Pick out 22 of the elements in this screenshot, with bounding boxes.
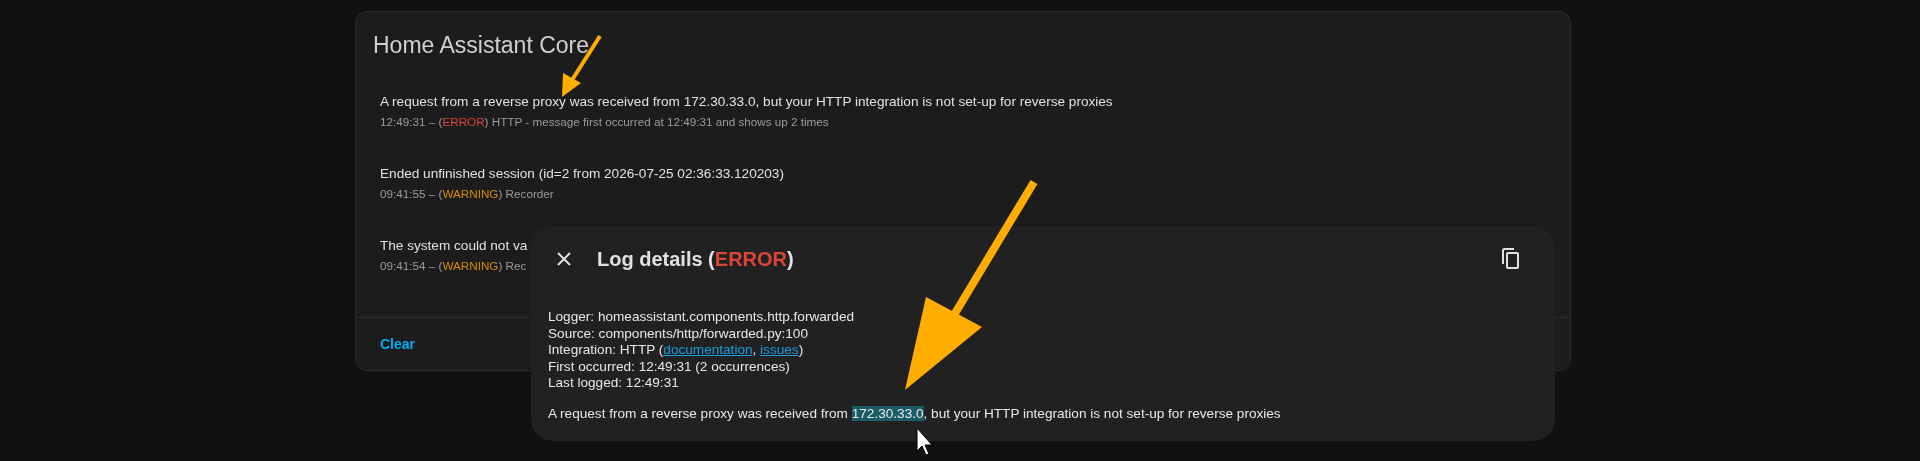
dialog-title: Log details (ERROR) xyxy=(597,247,794,271)
detail-label: Integration: HTTP ( xyxy=(548,342,664,358)
log-message: A request from a reverse proxy was received from 172.30.33.0, but your HTTP integration is not set-up for reverse proxies xyxy=(380,93,1113,111)
log-message: The system could not va xyxy=(380,237,528,255)
log-meta: 09:41:55 – (WARNING) Recorder xyxy=(380,186,555,202)
copy-icon[interactable] xyxy=(1502,248,1520,270)
card-title: Home Assistant Core xyxy=(372,31,590,59)
documentation-link[interactable]: documentation xyxy=(663,342,753,358)
issues-link[interactable]: issues xyxy=(760,342,799,358)
separator-text: , xyxy=(752,342,758,358)
log-message: Ended unfinished session (id=2 from 2026-07-25 02:36:33.120203) xyxy=(380,165,784,183)
log-message: A request from a reverse proxy was received from 172.30.33.0, but your HTTP integration is not set-up for reverse proxies xyxy=(548,404,1282,422)
clear-button[interactable]: Clear xyxy=(368,328,428,360)
mouse-pointer-icon xyxy=(916,427,933,456)
detail-line: Logger: homeassistant.components.http.forwarded xyxy=(548,309,856,326)
detail-line: Last logged: 12:49:31 xyxy=(548,375,680,392)
closing-paren: ) xyxy=(798,342,804,358)
log-meta: 12:49:31 – (ERROR) HTTP - message first occurred at 12:49:31 and shows up 2 times xyxy=(380,114,830,130)
detail-line: First occurred: 12:49:31 (2 occurrences) xyxy=(548,358,791,376)
close-icon[interactable] xyxy=(557,252,571,266)
log-meta: 09:41:54 – (WARNING) Rec xyxy=(380,258,528,274)
detail-line: Source: components/http/forwarded.py:100 xyxy=(548,325,809,343)
